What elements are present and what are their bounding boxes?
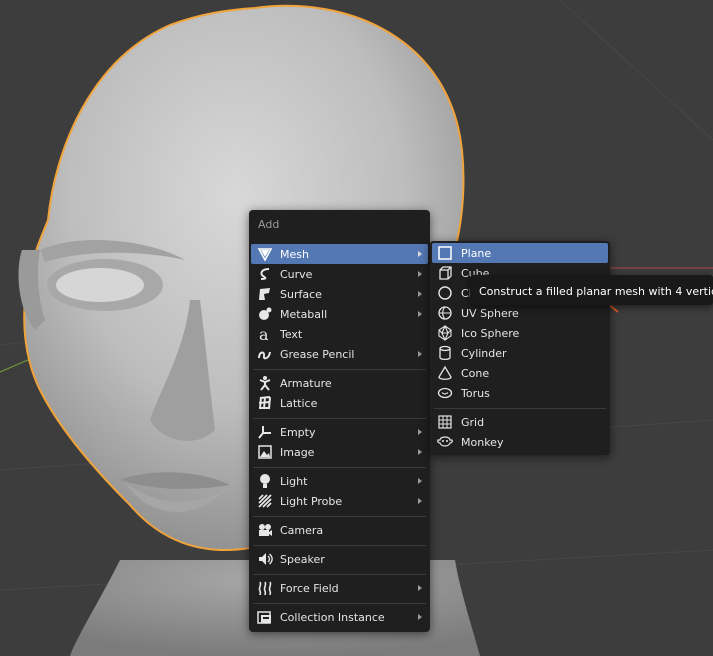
menu-item-surface[interactable]: Surface: [251, 284, 428, 304]
menu-item-label: Camera: [280, 523, 324, 537]
menu-separator: [253, 603, 426, 604]
menu-item-label: Text: [280, 327, 303, 341]
add-menu-title: Add: [258, 218, 280, 231]
submenu-item-grid[interactable]: Grid: [432, 412, 608, 432]
submenu-item-cylinder[interactable]: Cylinder: [432, 343, 608, 363]
circle-icon: [437, 285, 459, 301]
light-icon: [257, 473, 279, 489]
menu-item-mesh[interactable]: Mesh: [251, 244, 428, 264]
menu-item-label: Light: [280, 474, 308, 488]
menu-separator: [253, 516, 426, 517]
menu-separator: [253, 369, 426, 370]
submenu-item-label: Torus: [461, 386, 490, 400]
menu-item-lattice[interactable]: Lattice: [251, 393, 428, 413]
menu-item-label: Metaball: [280, 307, 328, 321]
mesh-icon: [257, 246, 279, 262]
menu-item-collection-instance[interactable]: Collection Instance: [251, 607, 428, 627]
menu-item-label: Collection Instance: [280, 610, 385, 624]
submenu-arrow-icon: [418, 585, 422, 591]
mesh-submenu: Plane Cube Circle UV Sphere Ico Sphere C…: [430, 241, 610, 455]
torus-icon: [437, 385, 459, 401]
menu-item-label: Mesh: [280, 247, 309, 261]
submenu-arrow-icon: [418, 311, 422, 317]
uv-sphere-icon: [437, 305, 459, 321]
grease-pencil-icon: [257, 346, 279, 362]
empty-icon: [257, 424, 279, 440]
submenu-arrow-icon: [418, 291, 422, 297]
menu-separator: [253, 545, 426, 546]
menu-item-label: Empty: [280, 425, 316, 439]
submenu-item-cone[interactable]: Cone: [432, 363, 608, 383]
submenu-arrow-icon: [418, 351, 422, 357]
menu-item-label: Surface: [280, 287, 322, 301]
menu-item-label: Light Probe: [280, 494, 343, 508]
submenu-item-plane[interactable]: Plane: [432, 243, 608, 263]
menu-item-camera[interactable]: Camera: [251, 520, 428, 540]
cylinder-icon: [437, 345, 459, 361]
cone-icon: [437, 365, 459, 381]
submenu-item-label: Monkey: [461, 435, 504, 449]
ico-sphere-icon: [437, 325, 459, 341]
submenu-item-ico-sphere[interactable]: Ico Sphere: [432, 323, 608, 343]
menu-item-text[interactable]: a Text: [251, 324, 428, 344]
menu-item-empty[interactable]: Empty: [251, 422, 428, 442]
menu-item-label: Grease Pencil: [280, 347, 355, 361]
add-menu: Add Mesh Curve Surface Metaball a Text G…: [249, 210, 430, 632]
menu-item-label: Curve: [280, 267, 313, 281]
metaball-icon: [257, 306, 279, 322]
submenu-item-monkey[interactable]: Monkey: [432, 432, 608, 452]
camera-icon: [257, 522, 279, 538]
eye-ball: [56, 268, 144, 302]
speaker-icon: [257, 551, 279, 567]
menu-item-image[interactable]: Image: [251, 442, 428, 462]
lattice-icon: [257, 395, 279, 411]
svg-text:a: a: [259, 326, 269, 342]
surface-icon: [257, 286, 279, 302]
force-field-icon: [257, 580, 279, 596]
menu-item-grease-pencil[interactable]: Grease Pencil: [251, 344, 428, 364]
submenu-arrow-icon: [418, 251, 422, 257]
text-icon: a: [257, 326, 279, 342]
image-icon: [257, 444, 279, 460]
submenu-item-label: Ico Sphere: [461, 326, 520, 340]
menu-separator: [253, 574, 426, 575]
collection-icon: [257, 609, 279, 625]
monkey-icon: [437, 434, 459, 450]
submenu-item-label: Plane: [461, 246, 492, 260]
armature-icon: [257, 375, 279, 391]
menu-item-label: Speaker: [280, 552, 325, 566]
menu-item-label: Armature: [280, 376, 332, 390]
menu-item-metaball[interactable]: Metaball: [251, 304, 428, 324]
submenu-separator: [434, 408, 606, 409]
submenu-arrow-icon: [418, 478, 422, 484]
submenu-item-label: UV Sphere: [461, 306, 519, 320]
submenu-item-uv-sphere[interactable]: UV Sphere: [432, 303, 608, 323]
menu-item-label: Lattice: [280, 396, 318, 410]
menu-item-light-probe[interactable]: Light Probe: [251, 491, 428, 511]
grid-icon: [437, 414, 459, 430]
submenu-item-label: Cylinder: [461, 346, 507, 360]
menu-item-light[interactable]: Light: [251, 471, 428, 491]
menu-separator: [253, 418, 426, 419]
menu-separator: [253, 467, 426, 468]
menu-item-label: Image: [280, 445, 315, 459]
menu-item-armature[interactable]: Armature: [251, 373, 428, 393]
menu-item-curve[interactable]: Curve: [251, 264, 428, 284]
submenu-arrow-icon: [418, 271, 422, 277]
menu-item-label: Force Field: [280, 581, 339, 595]
cube-icon: [437, 265, 459, 281]
submenu-arrow-icon: [418, 614, 422, 620]
submenu-arrow-icon: [418, 449, 422, 455]
submenu-arrow-icon: [418, 429, 422, 435]
plane-icon: [437, 245, 459, 261]
menu-item-speaker[interactable]: Speaker: [251, 549, 428, 569]
tooltip: Construct a filled planar mesh with 4 ve…: [470, 275, 713, 305]
submenu-item-label: Grid: [461, 415, 485, 429]
submenu-item-torus[interactable]: Torus: [432, 383, 608, 403]
submenu-item-label: Cone: [461, 366, 490, 380]
menu-item-force-field[interactable]: Force Field: [251, 578, 428, 598]
curve-icon: [257, 266, 279, 282]
light-probe-icon: [257, 493, 279, 509]
submenu-arrow-icon: [418, 498, 422, 504]
